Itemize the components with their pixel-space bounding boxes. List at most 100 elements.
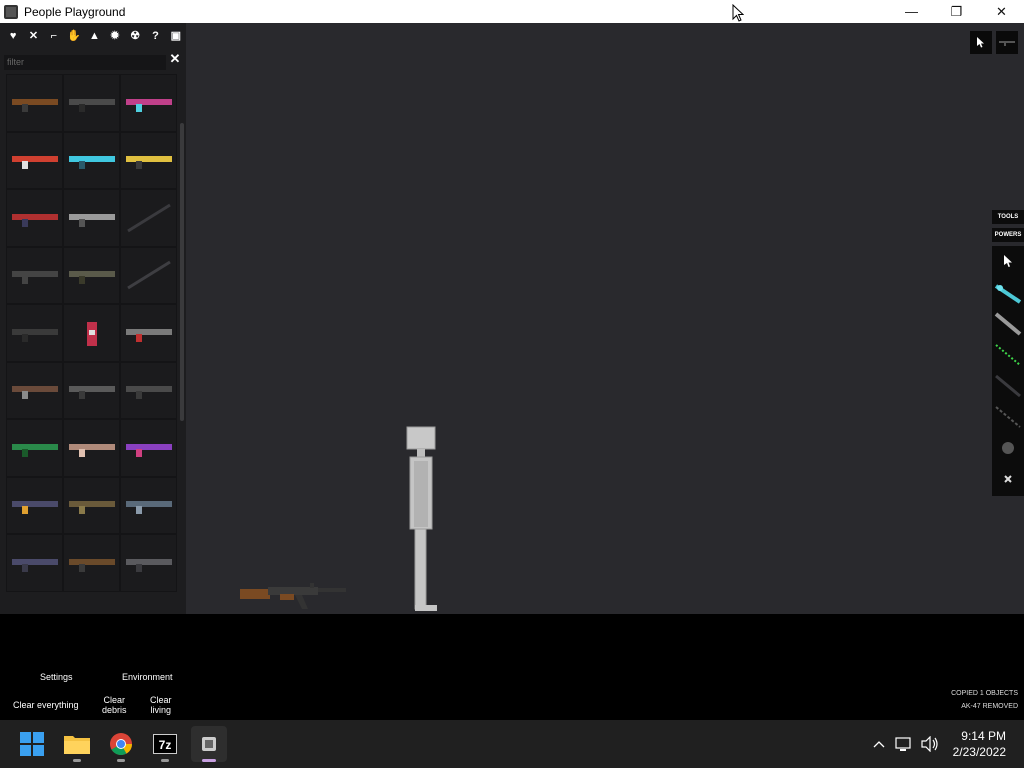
title-bar: People Playground — ❐ ✕ [0,0,1024,23]
tool-pin[interactable] [992,463,1024,494]
fire-extinguisher-icon [86,321,97,346]
item-scoped-rifle[interactable] [120,476,177,534]
item-launcher[interactable] [6,304,63,362]
volume-icon[interactable] [921,736,939,752]
clock[interactable]: 9:14 PM 2/23/2022 [953,728,1006,760]
item-rod-long[interactable] [120,246,177,304]
clear-living-button[interactable]: Clear living [150,695,172,715]
item-rod[interactable] [120,189,177,247]
file-explorer-button[interactable] [59,726,95,762]
category-vehicles-button[interactable]: ▲ [84,26,104,46]
item-bolt-rifle[interactable] [63,534,120,592]
category-biohazard-button[interactable]: ♥ [3,26,23,46]
category-bar: ♥ ✕ ⌐ ✋ ▲ ✹ ☢ ? ▣ [0,23,186,48]
item-turret[interactable] [63,476,120,534]
item-heavy-cannon[interactable] [120,361,177,419]
filter-clear-button[interactable]: ✕ [168,51,182,67]
clear-everything-button[interactable]: Clear everything [13,700,79,710]
smg-icon [11,558,58,572]
category-machinery-button[interactable]: ✹ [105,26,125,46]
item-crate-gun[interactable] [120,534,177,592]
people-playground-icon [202,737,216,751]
item-shotgun-red[interactable] [6,189,63,247]
category-biohazard-button[interactable]: ☢ [125,26,145,46]
ak47-icon [11,98,58,112]
people-playground-taskbar-button[interactable] [191,726,227,762]
item-energy-gun[interactable] [63,419,120,477]
heavy-cannon-icon [125,386,172,400]
chrome-icon [110,733,132,755]
laser-wire-icon [995,343,1021,366]
help-button[interactable]: ? [145,26,165,46]
select-tool-button[interactable] [970,31,992,54]
item-ak47[interactable] [6,74,63,132]
tab-tools[interactable]: TOOLS [992,210,1024,224]
seven-zip-button[interactable]: 7z [147,726,183,762]
tool-syringe[interactable] [992,277,1024,308]
environment-button[interactable]: Environment [122,672,173,682]
running-indicator [161,759,169,762]
phaser-cyan-icon [68,156,115,170]
flintlock-icon [11,386,58,400]
item-acid-gun[interactable] [6,419,63,477]
item-phaser-red[interactable] [6,131,63,189]
close-button[interactable]: ✕ [979,0,1024,23]
tool-spring[interactable] [992,401,1024,432]
category-firearms-button[interactable]: ⌐ [44,26,64,46]
network-icon[interactable] [895,736,913,752]
tool-pointer[interactable] [992,246,1024,277]
tool-list [992,246,1024,496]
chevron-up-icon [873,741,885,748]
clear-debris-label-1: Clear [103,695,126,705]
category-melee-button[interactable]: ✕ [23,26,43,46]
mouse-cursor-icon [732,4,744,22]
sidebar-scrollbar[interactable] [180,123,184,421]
weight-icon [1002,441,1014,454]
show-hidden-icons-button[interactable] [873,737,885,751]
item-pulse-rifle[interactable] [120,74,177,132]
world-canvas[interactable] [186,23,1024,614]
save-button[interactable]: ▣ [166,26,186,46]
active-indicator [202,759,216,762]
item-lmg[interactable] [6,476,63,534]
item-m16[interactable] [63,74,120,132]
restore-button[interactable]: ❐ [934,0,979,23]
phaser-red-icon [11,156,58,170]
game-viewport[interactable]: ♥ ✕ ⌐ ✋ ▲ ✹ ☢ ? ▣ ✕ TOOLS POWERS [0,23,1024,720]
chrome-button[interactable] [103,726,139,762]
item-phaser-cyan[interactable] [63,131,120,189]
tool-rod[interactable] [992,308,1024,339]
item-rocket-rod[interactable] [6,246,63,304]
shotgun-red-icon [11,213,58,227]
item-plasma-launcher[interactable] [120,419,177,477]
item-rpg[interactable] [63,246,120,304]
selected-item-button[interactable] [996,31,1018,54]
tab-powers[interactable]: POWERS [992,228,1024,242]
windows-icon [20,732,44,756]
energy-gun-icon [68,443,115,457]
acid-gun-icon [11,443,58,457]
item-pistol[interactable] [63,361,120,419]
ak47-on-ground[interactable] [240,579,350,613]
top-right-buttons [970,31,1018,54]
filter-input[interactable] [4,54,166,70]
start-button[interactable] [14,726,50,762]
item-flintlock[interactable] [6,361,63,419]
phaser-yellow-icon [125,156,172,170]
minimize-button[interactable]: — [889,0,934,23]
human-ragdoll[interactable] [404,425,440,615]
item-smg[interactable] [6,534,63,592]
clock-time: 9:14 PM [961,729,1006,743]
item-phaser-yellow[interactable] [120,131,177,189]
item-minigun[interactable] [120,304,177,362]
tool-weight[interactable] [992,432,1024,463]
category-explosives-button[interactable]: ✋ [64,26,84,46]
item-revolver[interactable] [63,189,120,247]
tool-rope[interactable] [992,370,1024,401]
pointer-icon [1003,255,1012,267]
tool-laser-wire[interactable] [992,339,1024,370]
pin-icon [1004,474,1012,483]
settings-button[interactable]: Settings [40,672,73,682]
clear-debris-button[interactable]: Clear debris [102,695,127,715]
item-fire-extinguisher[interactable] [63,304,120,362]
